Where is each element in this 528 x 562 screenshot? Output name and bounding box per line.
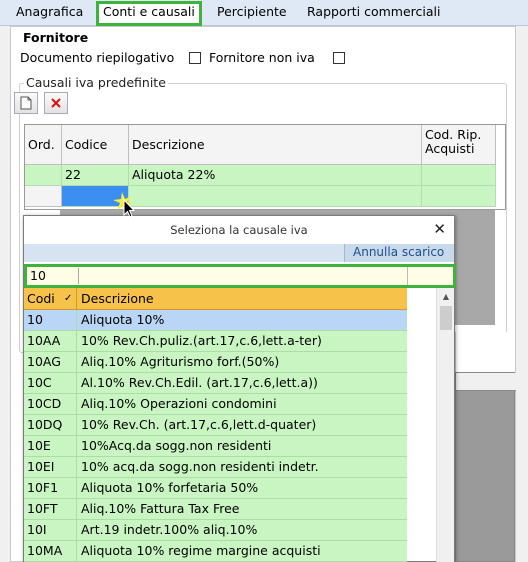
list-scrollbar[interactable]: ▲ xyxy=(436,288,454,562)
mouse-cursor-icon xyxy=(113,192,136,218)
list-item[interactable]: 10AG Aliq.10% Agriturismo forf.(50%) xyxy=(24,352,407,373)
tab-rapporti-commerciali[interactable]: Rapporti commerciali xyxy=(303,2,444,24)
list-item[interactable]: 10MA Aliquota 10% regime margine acquisti xyxy=(24,541,407,562)
list-item-codice: 10CD xyxy=(24,394,77,414)
filter-codice-input[interactable]: 10 xyxy=(29,268,79,284)
list-item-descrizione: Aliq.10% Operazioni condomini xyxy=(81,396,277,411)
documento-riepilogativo-checkbox[interactable] xyxy=(189,52,201,64)
popup-title: Seleziona la causale iva xyxy=(170,223,308,237)
grid-cell-cod-rip[interactable] xyxy=(422,165,496,186)
list-item-descrizione: 10%Acq.da sogg.non residenti xyxy=(81,438,272,453)
close-icon[interactable]: ✕ xyxy=(433,220,446,238)
list-item[interactable]: 10AA 10% Rev.Ch.puliz.(art.17,c.6,lett.a-… xyxy=(24,331,407,352)
list-item[interactable]: 10DQ 10% Rev.Ch. (art.17,c.6,lett.d-quate… xyxy=(24,415,407,436)
list-item[interactable]: 10C Al.10% Rev.Ch.Edil. (art.17,c.6,lett.… xyxy=(24,373,407,394)
causale-iva-popup: Seleziona la causale iva ✕ Annulla scari… xyxy=(23,215,456,562)
list-item-descrizione: 10% acq.da sogg.non residenti indetr. xyxy=(81,459,319,474)
col-cod-rip-header[interactable]: Cod. Rip. Acquisti xyxy=(422,125,496,165)
grid-new-row-descrizione[interactable] xyxy=(129,186,422,207)
list-item[interactable]: 10E 10%Acq.da sogg.non residenti xyxy=(24,436,407,457)
grid-new-row-cod-rip[interactable] xyxy=(422,186,496,207)
list-item-codice: 10AA xyxy=(24,331,77,351)
grid-cell-ord[interactable] xyxy=(25,165,62,186)
list-header: Codi ✓ Descrizione xyxy=(24,288,407,310)
documento-riepilogativo-label: Documento riepilogativo xyxy=(20,50,175,65)
list-item-codice: 10MA xyxy=(24,541,77,561)
grid-cell-descrizione[interactable]: Aliquota 22% xyxy=(129,165,422,186)
fornitore-title: Fornitore xyxy=(23,30,89,45)
popup-action-bar: Annulla scarico xyxy=(24,244,454,262)
fornitore-non-iva-label: Fornitore non iva xyxy=(209,50,315,65)
list-item[interactable]: 10FT Aliq.10% Fattura Tax Free xyxy=(24,499,407,520)
annulla-scarico-button[interactable]: Annulla scarico xyxy=(344,244,454,262)
list-item-descrizione: 10% Rev.Ch.puliz.(art.17,c.6,lett.a-ter) xyxy=(81,333,322,348)
list-item-descrizione: Aliquota 10% xyxy=(81,312,165,327)
list-item-codice: 10E xyxy=(24,436,77,456)
new-document-button[interactable] xyxy=(14,92,38,114)
list-item[interactable]: 10EI 10% acq.da sogg.non residenti indetr… xyxy=(24,457,407,478)
delete-icon xyxy=(51,98,61,108)
list-item-descrizione: Art.19 indetr.100% aliq.10% xyxy=(81,522,258,537)
tab-conti-e-causali[interactable]: Conti e causali xyxy=(96,1,202,26)
list-item-codice: 10AG xyxy=(24,352,77,372)
list-item-descrizione: Aliquota 10% regime margine acquisti xyxy=(81,543,321,558)
list-item-codice: 10 xyxy=(24,310,77,330)
list-item[interactable]: 10 Aliquota 10% xyxy=(24,310,407,331)
tab-bar: Anagrafica Conti e causali Percipiente R… xyxy=(0,0,528,26)
col-codice-header[interactable]: Codice xyxy=(62,125,129,165)
list-item[interactable]: 10F1 Aliquota 10% forfetaria 50% xyxy=(24,478,407,499)
delete-button[interactable] xyxy=(44,92,68,114)
lower-grid-header xyxy=(456,373,516,391)
sort-check-icon: ✓ xyxy=(64,293,73,304)
list-item-codice: 10I xyxy=(24,520,77,540)
list-item-descrizione: Aliquota 10% forfetaria 50% xyxy=(81,480,259,495)
col-descrizione-header[interactable]: Descrizione xyxy=(129,125,422,165)
causali-group-title: Causali iva predefinite xyxy=(24,75,168,90)
list-item[interactable]: 10CD Aliq.10% Operazioni condomini xyxy=(24,394,407,415)
list-item-descrizione: Aliq.10% Fattura Tax Free xyxy=(81,501,240,516)
grid-new-row-ord[interactable] xyxy=(25,186,62,207)
list-item-codice: 10F1 xyxy=(24,478,77,498)
list-item-descrizione: Aliq.10% Agriturismo forf.(50%) xyxy=(81,354,280,369)
causali-list: Codi ✓ Descrizione 10 Aliquota 10% 10AA 10%… xyxy=(24,288,454,562)
tab-percipiente[interactable]: Percipiente xyxy=(213,2,291,24)
col-ord-header[interactable]: Ord. xyxy=(25,125,62,165)
list-item[interactable]: 10I Art.19 indetr.100% aliq.10% xyxy=(24,520,407,541)
filter-row: 10 xyxy=(24,264,456,288)
tab-anagrafica[interactable]: Anagrafica xyxy=(12,2,87,24)
fornitore-non-iva-checkbox[interactable] xyxy=(333,52,345,64)
causali-grid: Ord. Codice Descrizione Cod. Rip. Acquis… xyxy=(24,124,506,210)
list-item-descrizione: 10% Rev.Ch. (art.17,c.6,lett.d-quater) xyxy=(81,417,317,432)
list-item-codice: 10C xyxy=(24,373,77,393)
lower-grid-area xyxy=(455,372,516,562)
filter-divider xyxy=(407,267,408,285)
new-document-icon xyxy=(20,96,32,110)
grid-cell-codice[interactable]: 22 xyxy=(62,165,129,186)
list-item-codice: 10DQ xyxy=(24,415,77,435)
list-item-codice: 10EI xyxy=(24,457,77,477)
list-col-descrizione-header[interactable]: Descrizione xyxy=(78,288,407,310)
list-item-codice: 10FT xyxy=(24,499,77,519)
scroll-thumb[interactable] xyxy=(440,306,452,330)
scroll-up-icon[interactable]: ▲ xyxy=(437,290,454,304)
list-item-descrizione: Al.10% Rev.Ch.Edil. (art.17,c.6,lett.a)) xyxy=(81,375,318,390)
